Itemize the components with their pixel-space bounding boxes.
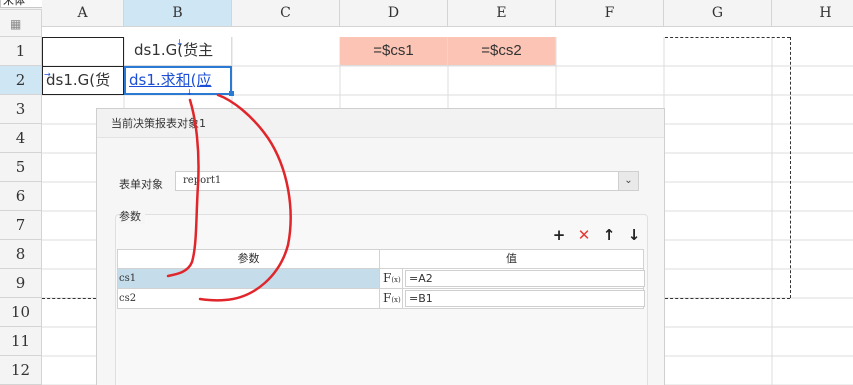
expand-down-icon: ↓	[186, 88, 193, 97]
fill-handle[interactable]	[229, 91, 234, 96]
page-break-line	[665, 37, 790, 38]
cell-a2[interactable]: ds1.G(货	[42, 66, 124, 95]
form-object-value: report1	[183, 175, 222, 186]
params-title: 参数	[119, 208, 145, 224]
move-up-icon[interactable]: ↑	[600, 226, 618, 244]
page-break-line	[665, 298, 790, 299]
param-name[interactable]: cs2	[118, 289, 380, 308]
form-object-label: 表单对象	[119, 178, 163, 191]
parameter-dialog: 当前决策报表对象1 表单对象 report1 ⌄ 参数 + ✕ ↑ ↓ 参数 值…	[96, 108, 665, 385]
form-object-select[interactable]: report1 ⌄	[175, 171, 639, 191]
dialog-body: 表单对象 report1 ⌄ 参数 + ✕ ↑ ↓ 参数 值 cs1 F(x) …	[97, 137, 664, 385]
param-value-input[interactable]: =A2	[405, 270, 645, 287]
cell-b2-selected[interactable]: ds1.求和(应	[124, 66, 232, 95]
expand-right-icon: →	[44, 70, 51, 79]
param-name-header: 参数	[118, 250, 380, 268]
dialog-title: 当前决策报表对象1	[111, 117, 206, 130]
expand-down-icon: ↓	[176, 38, 183, 47]
delete-icon[interactable]: ✕	[575, 226, 593, 244]
param-row[interactable]: cs1 F(x) =A2	[117, 269, 645, 289]
chevron-down-icon[interactable]: ⌄	[618, 172, 638, 190]
param-name[interactable]: cs1	[118, 269, 380, 288]
page-break-line	[790, 37, 791, 298]
cell-e1[interactable]: =$cs2	[448, 37, 556, 66]
formula-icon[interactable]: F(x)	[381, 269, 403, 288]
param-value-input[interactable]: =B1	[405, 290, 645, 307]
cell-d1[interactable]: =$cs1	[340, 37, 448, 66]
params-table-header: 参数 值	[117, 249, 644, 269]
cell-a1[interactable]	[42, 37, 124, 67]
page-break-line	[42, 298, 96, 299]
param-row[interactable]: cs2 F(x) =B1	[117, 289, 645, 309]
add-icon[interactable]: +	[550, 226, 568, 244]
move-down-icon[interactable]: ↓	[625, 226, 643, 244]
formula-icon[interactable]: F(x)	[381, 289, 403, 308]
param-value-header: 值	[506, 252, 517, 265]
